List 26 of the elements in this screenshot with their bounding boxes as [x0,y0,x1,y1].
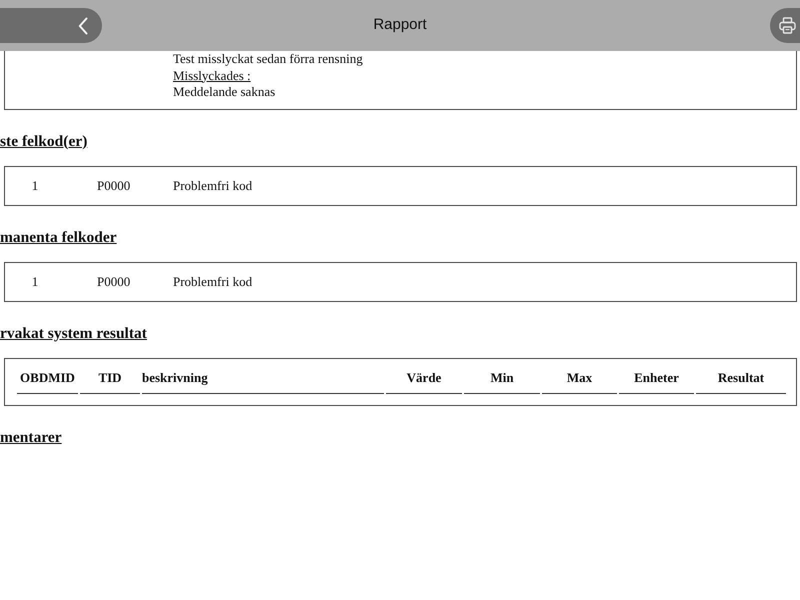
column-header: Enheter [619,370,694,394]
column-header: Värde [386,370,462,394]
fault-code: P0000 [97,272,132,291]
code-description: Problemfri kod [173,272,252,291]
page-title: Rapport [373,15,427,36]
code-description: Problemfri kod [173,176,252,195]
section-heading: manenta felkoder [0,228,117,246]
print-button[interactable] [770,8,800,43]
fault-code: P0000 [97,176,132,195]
printer-icon [779,17,796,34]
section-heading: mentarer [0,428,62,446]
back-button[interactable] [0,8,102,43]
report-text: Test misslyckat sedan förra rensning [173,51,363,68]
underlined-label: Misslyckades : [173,68,251,84]
row-number: 1 [30,176,40,195]
section-heading: ste felkod(er) [0,132,88,150]
column-header: Resultat [696,370,786,394]
column-header: Min [464,370,540,394]
column-header: TID [80,370,140,394]
chevron-left-icon [78,16,88,34]
report-text: Meddelande saknas [173,84,276,100]
section-heading: rvakat system resultat [0,324,147,342]
row-number: 1 [30,272,40,291]
column-header: beskrivning [142,370,384,394]
column-header: OBDMID [17,370,78,394]
column-header: Max [542,370,617,394]
